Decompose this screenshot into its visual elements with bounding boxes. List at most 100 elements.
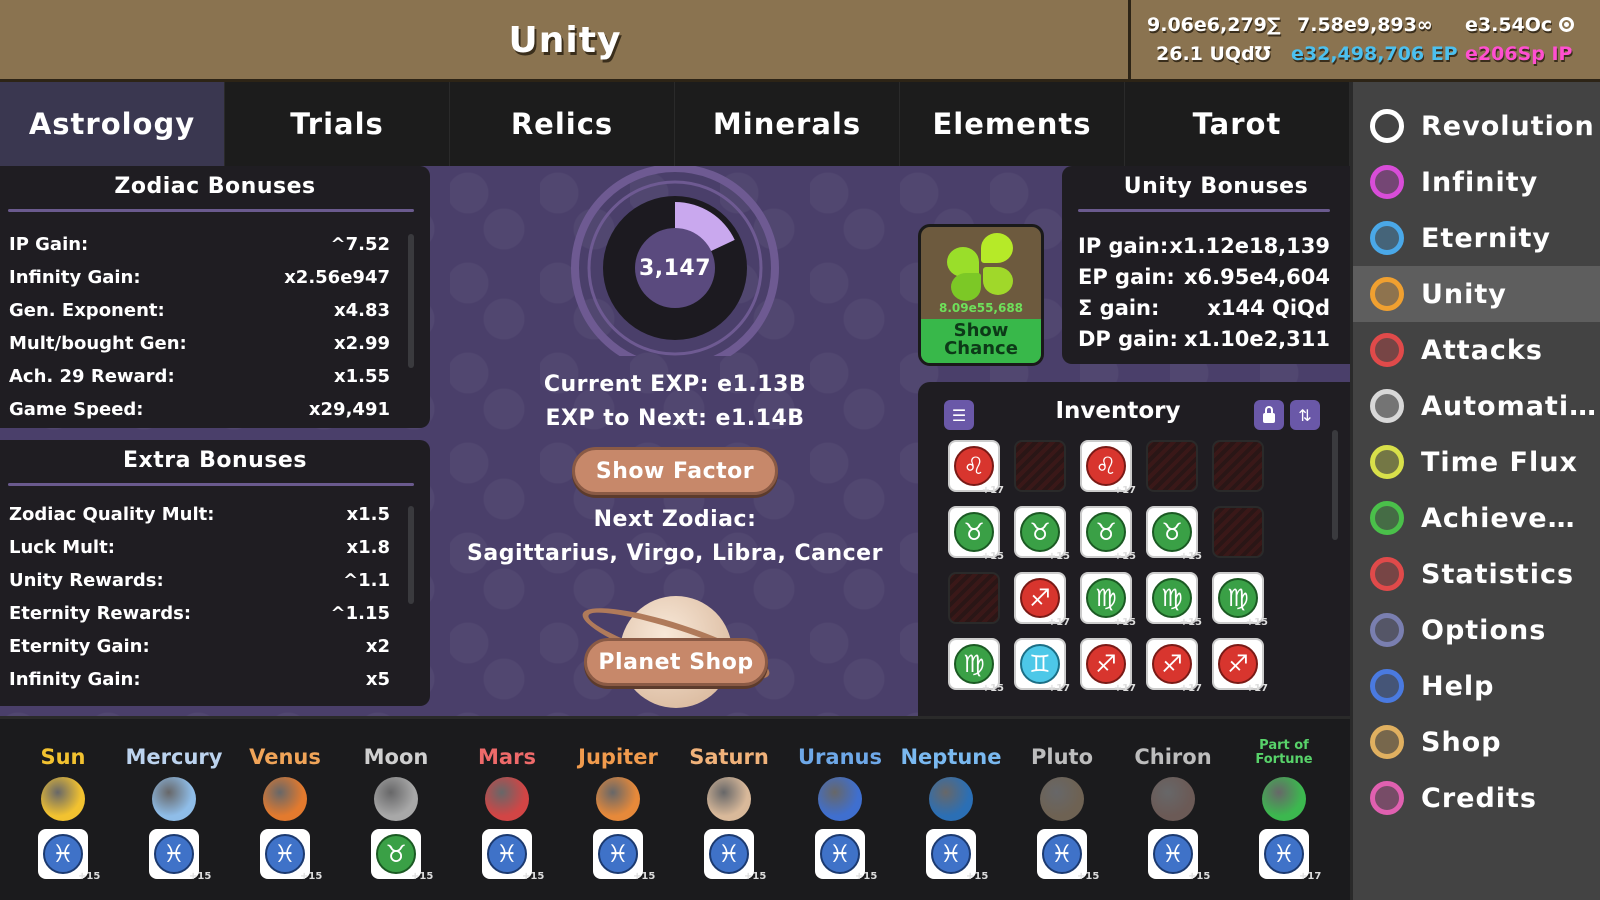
slot-level-badge: +15	[189, 871, 212, 882]
planet-name: Uranus	[798, 745, 882, 769]
planets-bar: Sun ♓ +15 Mercury ♓ +15 Venus ♓ +15 Moon ♉ +15 Mars ♓…	[0, 716, 1350, 900]
inventory-slot[interactable]: ♐ +17	[1014, 572, 1070, 628]
planet-shop-button[interactable]: Planet Shop	[584, 638, 768, 686]
planet-icon[interactable]	[1040, 777, 1084, 821]
zodiac-sign-icon: ♐	[1152, 644, 1192, 684]
inventory-slot[interactable]: ♊ +17	[1014, 638, 1070, 694]
tab-trials[interactable]: Trials	[225, 82, 450, 166]
zodiac-sign-icon: ♓	[931, 834, 971, 874]
zodiac-row-infinity-gain: Infinity Gain: x2.56e947	[9, 267, 390, 288]
zodiac-sign-icon: ♐	[1020, 578, 1060, 618]
inventory-slot[interactable]: ♉ +15	[1146, 506, 1202, 562]
lock-icon[interactable]	[1254, 400, 1284, 430]
planet-icon[interactable]	[41, 777, 85, 821]
slot-level-badge: +15	[300, 871, 323, 882]
slot-level-badge: +15	[966, 871, 989, 882]
sidebar-item-attacks[interactable]: Attacks	[1353, 322, 1600, 378]
zodiac-row-game-speed: Game Speed: x29,491	[9, 399, 390, 420]
planet-icon[interactable]	[1151, 777, 1195, 821]
extra-row-unity-rewards: Unity Rewards: ^1.1	[9, 570, 390, 591]
sidebar-item-help[interactable]: Help	[1353, 658, 1600, 714]
sidebar-item-statistics[interactable]: Statistics	[1353, 546, 1600, 602]
sidebar-item-automation[interactable]: Automation	[1353, 378, 1600, 434]
sort-icon[interactable]: ⇅	[1290, 400, 1320, 430]
sidebar-item-options[interactable]: Options	[1353, 602, 1600, 658]
inventory-slot[interactable]: ♌ +17	[1080, 440, 1136, 496]
planet-icon[interactable]	[707, 777, 751, 821]
show-factor-button[interactable]: Show Factor	[572, 447, 778, 495]
extra-scrollbar[interactable]	[408, 506, 414, 604]
zodiac-level: 3,147	[638, 256, 712, 281]
show-chance-button[interactable]: Show Chance	[921, 319, 1041, 363]
sidebar-item-achieveme[interactable]: Achieveme...	[1353, 490, 1600, 546]
slot-level-badge: +17	[981, 485, 1004, 496]
zodiac-scrollbar[interactable]	[408, 234, 414, 368]
inventory-slot[interactable]: ♐ +17	[1080, 638, 1136, 694]
sidebar-item-shop[interactable]: Shop	[1353, 714, 1600, 770]
statistics-icon	[1365, 552, 1409, 596]
tab-bar: Astrology Trials Relics Minerals Element…	[0, 82, 1350, 166]
planet-neptune: Neptune ♓ +15	[896, 719, 1006, 900]
extra-row-eternity-gain: Eternity Gain: x2	[9, 636, 390, 657]
tab-tarot[interactable]: Tarot	[1125, 82, 1350, 166]
slot-level-badge: +17	[1047, 683, 1070, 694]
inventory-slot[interactable]: ♍ +15	[1146, 572, 1202, 628]
inventory-slot-empty[interactable]	[948, 572, 1000, 624]
unity-row-ep: EP gain: x6.95e4,604	[1078, 265, 1330, 289]
planet-uranus: Uranus ♓ +15	[785, 719, 895, 900]
planet-icon[interactable]	[263, 777, 307, 821]
inventory-scrollbar[interactable]	[1332, 430, 1338, 540]
inventory-slot[interactable]: ♉ +15	[1014, 506, 1070, 562]
inventory-slot[interactable]: ♍ +15	[1212, 572, 1268, 628]
sidebar-item-time-flux[interactable]: Time Flux	[1353, 434, 1600, 490]
inventory-slot-empty[interactable]	[1014, 440, 1066, 492]
zodiac-row-ach-29: Ach. 29 Reward: x1.55	[9, 366, 390, 387]
planet-name: Jupiter	[578, 745, 658, 769]
inventory-slot[interactable]: ♍ +15	[1080, 572, 1136, 628]
tab-elements[interactable]: Elements	[900, 82, 1125, 166]
sidebar-item-unity[interactable]: Unity	[1353, 266, 1600, 322]
zodiac-row-ip-gain: IP Gain: ^7.52	[9, 234, 390, 255]
slot-level-badge: +15	[1245, 617, 1268, 628]
sidebar-item-credits[interactable]: Credits	[1353, 770, 1600, 826]
inventory-slot[interactable]: ♐ +17	[1146, 638, 1202, 694]
tab-minerals[interactable]: Minerals	[675, 82, 900, 166]
unity-bonuses-panel: Unity Bonuses IP gain: x1.12e18,139 EP ga…	[1062, 166, 1350, 364]
planet-icon[interactable]	[485, 777, 529, 821]
sidebar-item-revolution[interactable]: Revolution	[1353, 98, 1600, 154]
unity-icon	[1365, 272, 1409, 316]
planet-icon[interactable]	[152, 777, 196, 821]
inventory-slot[interactable]: ♉ +15	[948, 506, 1004, 562]
sidebar-item-eternity[interactable]: Eternity	[1353, 210, 1600, 266]
inventory-slot-empty[interactable]	[1146, 440, 1198, 492]
planet-icon[interactable]	[818, 777, 862, 821]
planet-icon[interactable]	[596, 777, 640, 821]
sidebar-item-label: Automation	[1421, 390, 1600, 422]
inventory-slot-empty[interactable]	[1212, 506, 1264, 558]
extra-row-luck: Luck Mult: x1.8	[9, 537, 390, 558]
zodiac-sign-icon: ♐	[1086, 644, 1126, 684]
automation-icon	[1365, 384, 1409, 428]
resource-sigma: 9.06e6,279∑	[1147, 14, 1281, 36]
sidebar-item-infinity[interactable]: Infinity	[1353, 154, 1600, 210]
zodiac-sign-icon: ♓	[154, 834, 194, 874]
clover-value: 8.09e55,688	[938, 301, 1024, 315]
inventory-slot[interactable]: ♉ +15	[1080, 506, 1136, 562]
inventory-slot[interactable]: ♍ +15	[948, 638, 1004, 694]
zodiac-sign-icon: ♓	[598, 834, 638, 874]
tab-astrology[interactable]: Astrology	[0, 82, 225, 166]
planet-icon[interactable]	[374, 777, 418, 821]
inventory-slot[interactable]: ♐ +17	[1212, 638, 1268, 694]
tab-relics[interactable]: Relics	[450, 82, 675, 166]
slot-level-badge: +15	[981, 683, 1004, 694]
inventory-slot-empty[interactable]	[1212, 440, 1264, 492]
sidebar-item-label: Statistics	[1421, 558, 1575, 590]
slot-level-badge: +15	[1077, 871, 1100, 882]
slot-level-badge: +15	[1113, 617, 1136, 628]
time-flux-icon	[1365, 440, 1409, 484]
inventory-slot[interactable]: ♌ +17	[948, 440, 1004, 496]
zodiac-row-gen-exponent: Gen. Exponent: x4.83	[9, 300, 390, 321]
planet-icon[interactable]	[1262, 777, 1306, 821]
sidebar-item-label: Options	[1421, 614, 1547, 646]
planet-icon[interactable]	[929, 777, 973, 821]
